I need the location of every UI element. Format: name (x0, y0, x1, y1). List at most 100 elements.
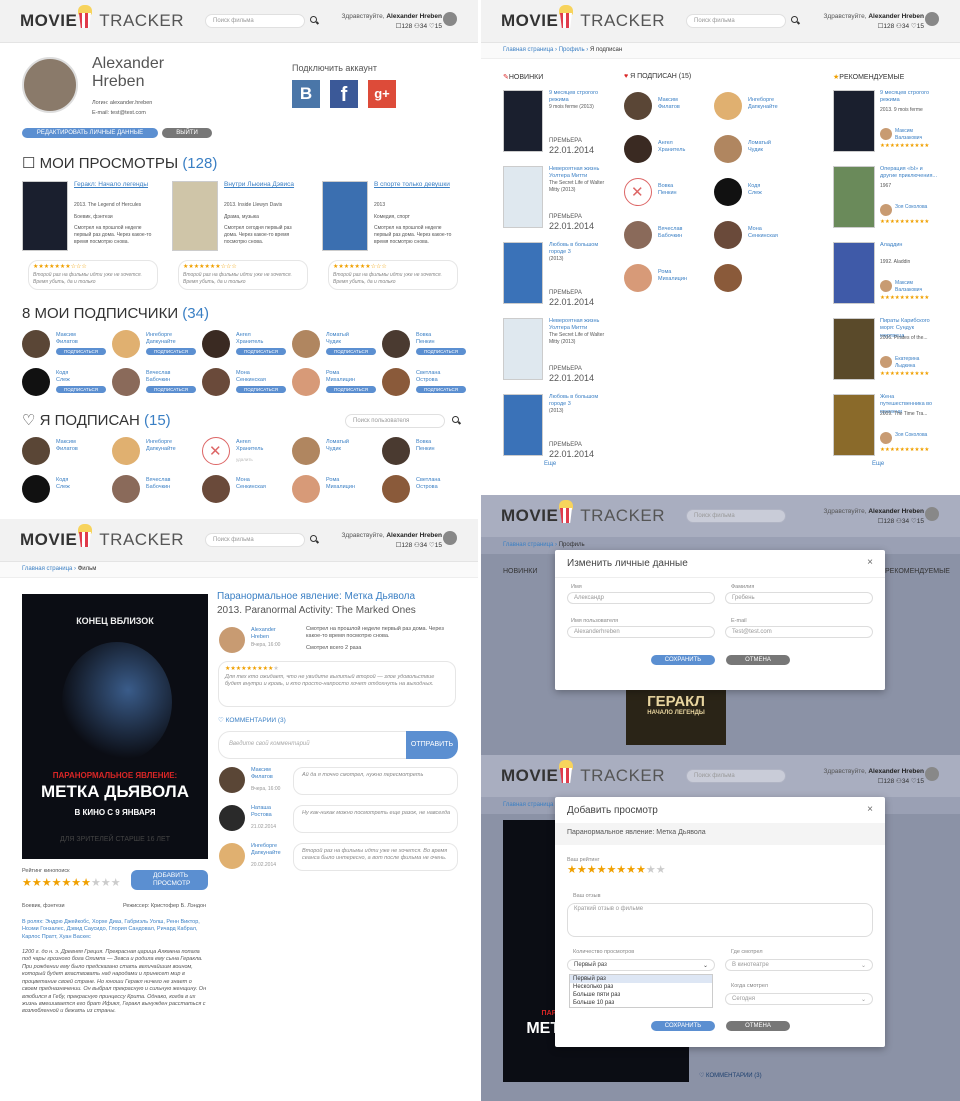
comments-link[interactable]: ♡ КОММЕНТАРИИ (3) (218, 716, 286, 724)
more-new-link[interactable]: Еще (544, 461, 556, 467)
user-name[interactable]: Максим Филатов (56, 439, 78, 453)
close-icon[interactable]: × (867, 804, 873, 815)
user-name[interactable]: Ингеборге Дапкунайте (146, 332, 176, 346)
movie-title[interactable]: 9 месяцев строгого режима (549, 90, 609, 105)
subscribe-button[interactable]: ПОДПИСАТЬСЯ (146, 348, 196, 355)
user-name[interactable]: Вовка Пенкин (416, 332, 435, 346)
count-option[interactable]: Первый раз (570, 975, 712, 983)
reviewer-name[interactable]: Alexander Hreben (251, 627, 291, 642)
rating-stars-input[interactable]: ★★★★★★★★★★ (567, 863, 666, 876)
when-select[interactable]: Сегодня ⌄ (725, 993, 873, 1005)
search-icon[interactable] (791, 16, 798, 23)
edit-profile-button[interactable]: РЕДАКТИРОВАТЬ ЛИЧНЫЕ ДАННЫЕ (22, 128, 158, 138)
subscribe-button[interactable]: ПОДПИСАТЬСЯ (416, 348, 466, 355)
user-name[interactable]: Рома Михалицин (326, 477, 355, 491)
user-avatar[interactable] (714, 264, 742, 292)
close-icon[interactable]: × (867, 557, 873, 568)
user-name[interactable]: Ломатый Чудик (326, 439, 349, 453)
search-input[interactable]: Поиск фильма (205, 14, 305, 28)
user-avatar[interactable] (624, 264, 652, 292)
movie-poster[interactable] (22, 181, 68, 251)
user-name[interactable]: Рома Михалицин (658, 269, 687, 283)
search-input[interactable]: Поиск фильма (686, 14, 786, 28)
user-name[interactable]: Максим Валзакович (895, 128, 940, 142)
user-avatar[interactable] (880, 204, 892, 216)
movie-title[interactable]: Внутри Льюина Дэвиса (224, 181, 304, 190)
user-name[interactable]: Мона Сенкинская (236, 477, 266, 491)
crumb-home[interactable]: Главная страница (503, 47, 553, 53)
subscribe-button[interactable]: ПОДПИСАТЬСЯ (326, 386, 376, 393)
user-avatar[interactable] (22, 437, 50, 465)
count-select[interactable]: Первый раз ⌄ (567, 959, 715, 971)
user-avatar[interactable] (292, 475, 320, 503)
name-field[interactable]: Александр (567, 592, 715, 604)
user-avatar[interactable] (202, 368, 230, 396)
google-plus-icon[interactable]: g+ (368, 80, 396, 108)
movie-title[interactable]: Операция «Ы» и другие приключения... (880, 166, 938, 181)
user-avatar[interactable] (382, 437, 410, 465)
count-option[interactable]: Больше пяти раз (570, 991, 712, 999)
subscribe-button[interactable]: ПОДПИСАТЬСЯ (236, 348, 286, 355)
user-name[interactable]: Ломатый Чудик (326, 332, 349, 346)
movie-poster[interactable] (503, 394, 543, 456)
user-avatar[interactable] (292, 330, 320, 358)
user-name[interactable]: Максим Филатов (658, 97, 680, 111)
search-input[interactable]: Поиск фильма (205, 533, 305, 547)
user-name[interactable]: Максим Филатов (56, 332, 78, 346)
user-name[interactable]: Максим Валзакович (895, 280, 940, 294)
user-avatar[interactable] (22, 475, 50, 503)
user-avatar[interactable] (112, 437, 140, 465)
avatar[interactable] (443, 12, 457, 26)
user-avatar[interactable] (714, 135, 742, 163)
user-avatar[interactable] (880, 128, 892, 140)
username-field[interactable]: Alexanderhreben (567, 626, 715, 638)
save-button[interactable]: СОХРАНИТЬ (651, 1021, 715, 1031)
movie-poster[interactable] (503, 90, 543, 152)
avatar[interactable] (443, 531, 457, 545)
user-name[interactable]: Ангел Хранитель (236, 332, 263, 346)
user-name[interactable]: Ломатый Чудик (748, 140, 771, 154)
movie-poster[interactable] (833, 90, 875, 152)
user-name[interactable]: Вовка Пенкин (416, 439, 435, 453)
movie-poster[interactable] (503, 318, 543, 380)
search-icon[interactable] (310, 16, 317, 23)
add-view-button[interactable]: ДОБАВИТЬ ПРОСМОТР (131, 870, 208, 890)
search-icon[interactable] (310, 535, 317, 542)
movie-poster[interactable] (322, 181, 368, 251)
logo[interactable]: MOVIE TRACKER (20, 5, 184, 31)
user-avatar[interactable] (112, 368, 140, 396)
user-name[interactable]: Вячеслав Бабочкин (146, 477, 170, 491)
user-name[interactable]: Екатерина Лыдкина (895, 356, 940, 370)
user-avatar[interactable] (382, 330, 410, 358)
subscribe-button[interactable]: ПОДПИСАТЬСЯ (236, 386, 286, 393)
user-name[interactable]: Вячеслав Бабочкин (146, 370, 170, 384)
commenter-avatar[interactable] (219, 767, 245, 793)
user-name[interactable]: Ингеборге Дапкунайте (748, 97, 778, 111)
movie-title[interactable]: Невероятная жизнь Уолтера Митти (549, 318, 609, 333)
user-name[interactable]: Кодя Слеж (56, 370, 70, 384)
movie-poster[interactable] (833, 166, 875, 228)
user-name[interactable]: Ангел Хранитель (236, 439, 263, 453)
user-avatar[interactable] (880, 356, 892, 368)
comment-input[interactable]: Введите свой комментарий (218, 731, 408, 759)
more-rec-link[interactable]: Еще (872, 461, 884, 467)
user-avatar[interactable] (382, 368, 410, 396)
movie-title[interactable]: В спорте только девушки (374, 181, 454, 190)
user-name[interactable]: Вовка Пенкин (658, 183, 677, 197)
subscribe-button[interactable]: ПОДПИСАТЬСЯ (56, 348, 106, 355)
user-avatar[interactable] (292, 437, 320, 465)
movie-title[interactable]: Невероятная жизнь Уолтера Митти (549, 166, 609, 181)
movie-title[interactable]: Аладдин (880, 242, 938, 249)
logo[interactable]: MOVIE TRACKER (20, 524, 184, 550)
user-avatar[interactable] (202, 330, 230, 358)
avatar[interactable] (925, 12, 939, 26)
save-button[interactable]: СОХРАНИТЬ (651, 655, 715, 665)
user-name[interactable]: Кодя Слеж (748, 183, 762, 197)
crumb-home[interactable]: Главная страница (22, 566, 72, 572)
user-name[interactable]: Зоя Соколова (895, 204, 940, 211)
user-avatar[interactable] (112, 475, 140, 503)
movie-title[interactable]: 9 месяцев строгого режима (880, 90, 938, 105)
close-icon[interactable]: ✕ (631, 183, 644, 201)
user-avatar[interactable] (22, 330, 50, 358)
user-name[interactable]: Светлана Островa (416, 370, 440, 384)
